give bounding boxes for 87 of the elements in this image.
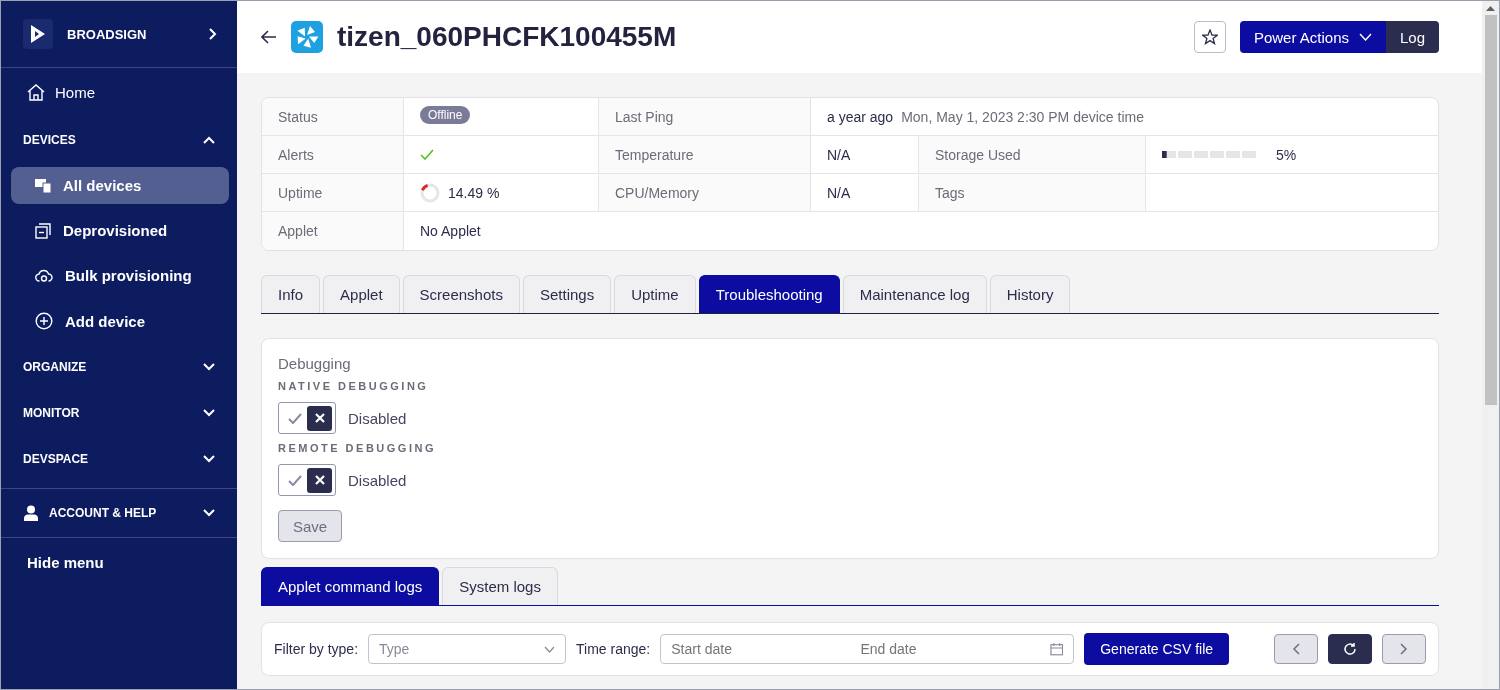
info-label: Storage Used [919, 136, 1146, 174]
filter-label: Filter by type: [274, 641, 359, 657]
nav-item[interactable]: All devices [11, 167, 229, 204]
plus-circle-icon [35, 312, 53, 330]
info-label: Applet [262, 212, 404, 250]
device-title: tizen_060PHCFK100455M [337, 21, 678, 53]
info-label: Alerts [262, 136, 404, 174]
chevron-left-icon [1292, 643, 1300, 655]
chevron-down-icon [203, 363, 215, 371]
refresh-button[interactable] [1328, 634, 1372, 664]
account-menu[interactable]: ACCOUNT & HELP [1, 488, 237, 538]
tab[interactable]: Applet command logs [261, 567, 440, 605]
tab[interactable]: Troubleshooting [698, 275, 840, 313]
scroll-up-arrow-icon[interactable] [1486, 6, 1495, 11]
toggle-state: Disabled [348, 409, 407, 427]
chevron-down-icon [203, 409, 215, 417]
date-range-field[interactable]: Start date End date [660, 634, 1075, 664]
chevron-down-icon [544, 645, 556, 653]
close-icon [314, 475, 325, 485]
nav-section[interactable]: MONITOR [1, 390, 237, 436]
bar-segment [1226, 151, 1240, 158]
toggle-state: Disabled [348, 471, 407, 489]
bar-segment [1178, 151, 1192, 158]
status-badge: Offline [420, 106, 471, 124]
bar-segment [1242, 151, 1256, 158]
bar-segment [1210, 151, 1224, 158]
tab[interactable]: System logs [442, 567, 558, 605]
chevron-right-icon [1400, 643, 1408, 655]
chevron-right-icon[interactable] [209, 28, 217, 40]
bar-segment [1194, 151, 1208, 158]
info-value: No Applet [419, 222, 482, 241]
tab[interactable]: Info [261, 275, 321, 313]
home-icon [27, 84, 45, 101]
refresh-icon [1343, 642, 1357, 656]
generate-csv-button[interactable]: Generate CSV file [1084, 633, 1230, 665]
back-arrow-icon[interactable] [261, 30, 277, 44]
hide-menu-link[interactable]: Hide menu [1, 538, 237, 587]
nav-item[interactable]: Add device [11, 302, 229, 340]
cross-option[interactable] [307, 467, 332, 493]
close-icon [314, 413, 325, 423]
cross-option[interactable] [307, 405, 332, 431]
calendar-icon [1049, 642, 1064, 656]
info-label: Temperature [599, 136, 811, 174]
info-label: Last Ping [599, 98, 811, 136]
nav-section[interactable]: DEVSPACE [1, 436, 237, 482]
type-dropdown[interactable]: Type [368, 634, 567, 664]
cloud-icon [35, 268, 53, 283]
person-icon [23, 505, 39, 521]
chevron-up-icon [203, 136, 215, 144]
nav-item[interactable]: Deprovisioned [11, 212, 229, 249]
uptime-reading: 14.49 % [448, 184, 500, 201]
setting-label: NATIVE DEBUGGING [278, 380, 429, 392]
last-ping-relative: a year ago [827, 108, 894, 125]
devices-icon [35, 178, 51, 193]
stacked-square-icon [35, 222, 51, 239]
tab[interactable]: Maintenance log [842, 275, 987, 313]
filter-label: Time range: [576, 641, 651, 657]
info-label: Status [262, 98, 404, 136]
chevron-down-icon [1358, 33, 1372, 41]
tab[interactable]: Settings [522, 275, 612, 313]
check-icon [287, 474, 302, 486]
scrollbar-thumb[interactable] [1484, 15, 1497, 405]
brand-name: BROADSIGN [67, 26, 148, 42]
logo-icon [23, 19, 53, 49]
tab[interactable]: Uptime [614, 275, 696, 313]
tab[interactable]: Applet [323, 275, 400, 313]
tab[interactable]: History [989, 275, 1071, 313]
setting-label: REMOTE DEBUGGING [278, 442, 436, 454]
pinwheel-logo-icon [291, 21, 323, 53]
info-label: Uptime [262, 174, 404, 212]
nav-link[interactable]: Home [1, 68, 237, 117]
nav-item[interactable]: Bulk provisioning [11, 257, 229, 294]
favorite-button[interactable] [1193, 21, 1226, 53]
nav-section[interactable]: ORGANIZE [1, 344, 237, 390]
tab[interactable]: Screenshots [402, 275, 520, 313]
log-button[interactable]: Log [1385, 21, 1439, 53]
section-title: Debugging [278, 355, 351, 372]
nav-section[interactable]: DEVICES [1, 117, 237, 163]
chevron-down-icon [203, 455, 215, 463]
info-label: CPU/Memory [599, 174, 811, 212]
star-icon [1201, 29, 1218, 45]
storage-reading: 5% [1276, 146, 1297, 163]
check-icon [287, 412, 302, 424]
info-label: Tags [919, 174, 1146, 212]
power-actions-button[interactable]: Power Actions [1239, 21, 1386, 53]
chevron-down-icon [203, 509, 215, 517]
last-ping-time: Mon, May 1, 2023 2:30 PM device time [901, 108, 1144, 125]
